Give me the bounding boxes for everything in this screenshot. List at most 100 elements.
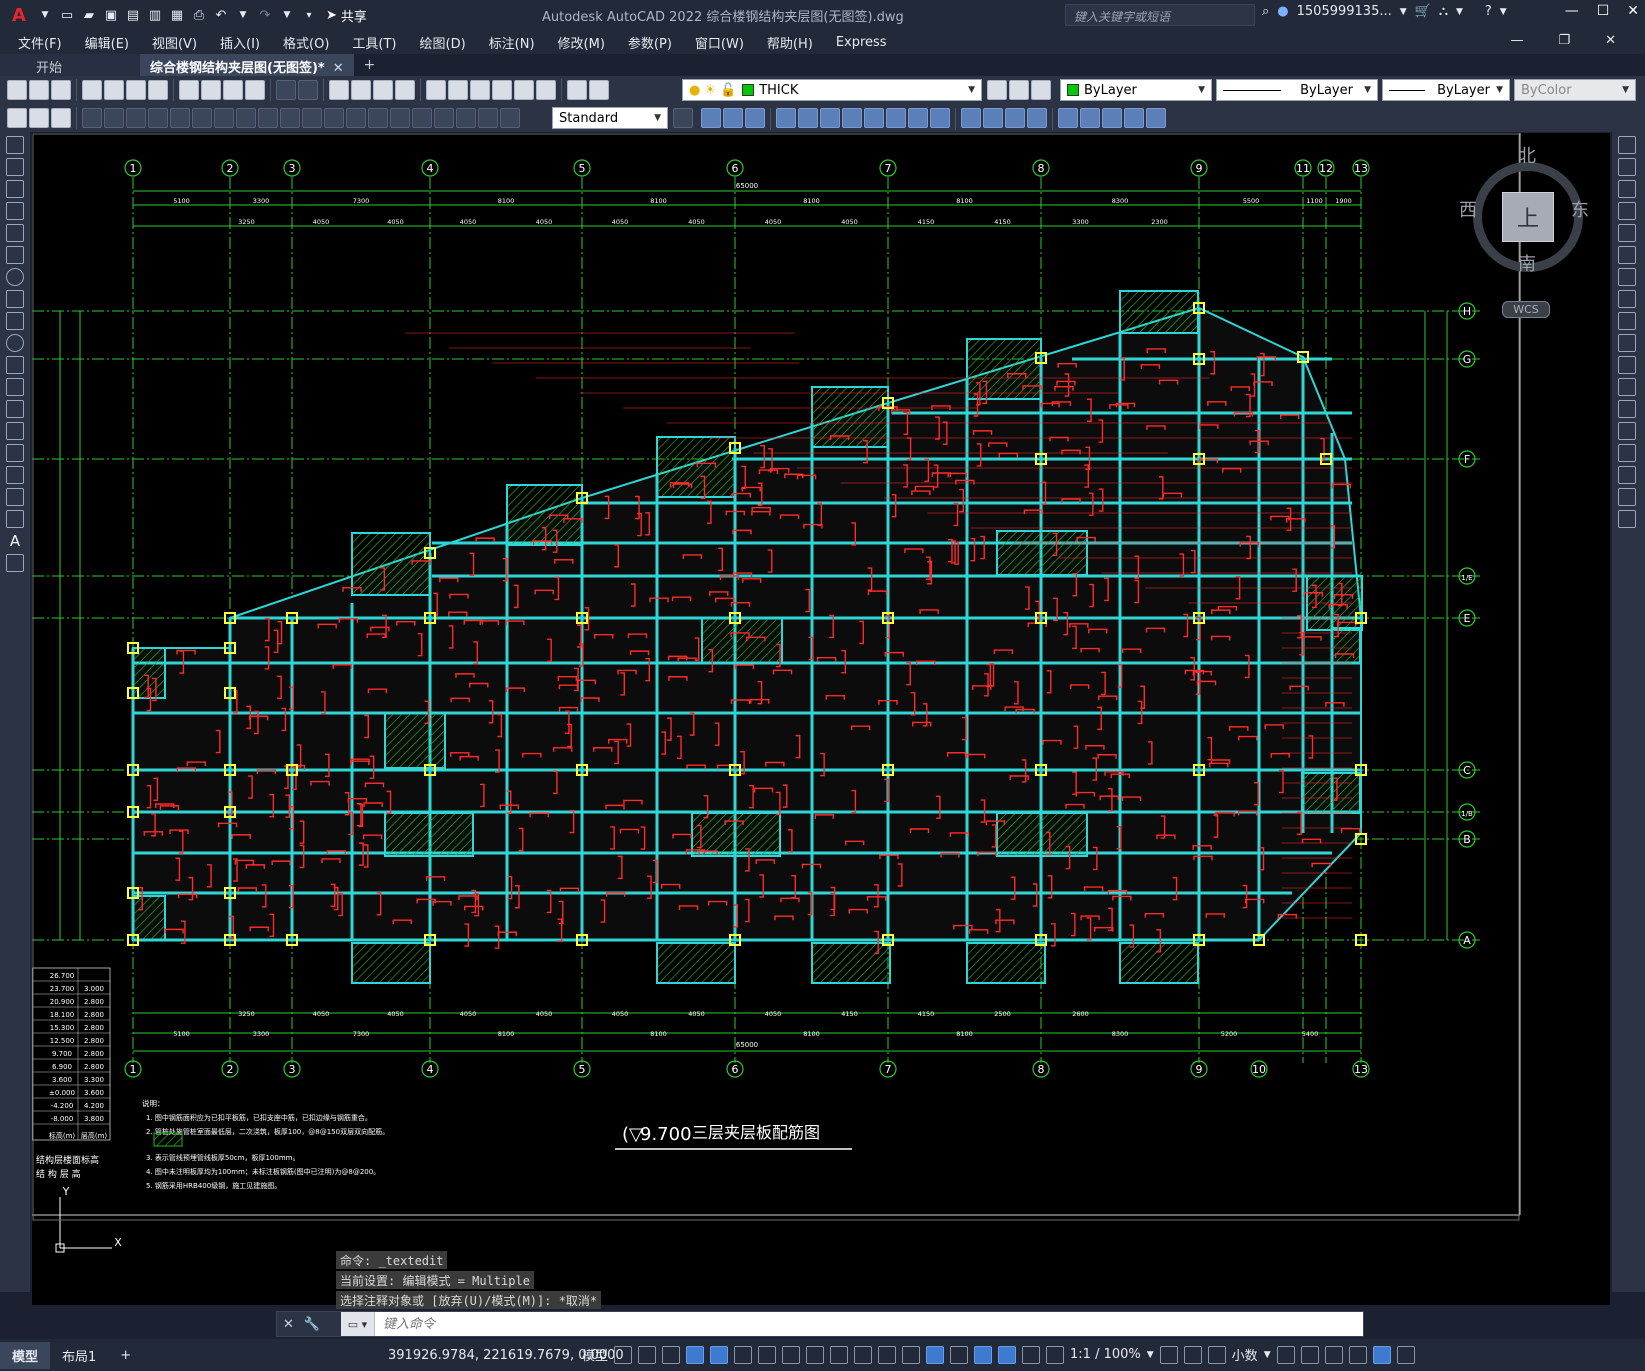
radius-dim-icon[interactable] (170, 108, 190, 128)
dynamic-input-icon[interactable] (686, 1345, 705, 1364)
isodraft-icon[interactable] (758, 1345, 777, 1364)
sheet-set-icon[interactable] (492, 80, 512, 100)
pan-icon[interactable] (329, 80, 349, 100)
gizmo-icon[interactable] (974, 1345, 993, 1364)
menu-item[interactable]: 插入(I) (220, 33, 260, 52)
layer-tool-icon[interactable] (29, 108, 49, 128)
3d-print-icon[interactable] (148, 80, 168, 100)
hatch-icon[interactable] (6, 444, 24, 462)
rotate-icon[interactable] (1618, 268, 1636, 286)
stretch-icon[interactable] (886, 108, 906, 128)
design-center-icon[interactable] (448, 80, 468, 100)
move-icon[interactable] (820, 108, 840, 128)
new-file-icon[interactable]: ▭ (56, 4, 78, 26)
new-tab-button[interactable]: + (354, 54, 386, 76)
menu-item[interactable]: 格式(O) (283, 33, 329, 52)
revision-cloud-icon[interactable] (6, 290, 24, 308)
mirror-icon[interactable] (1618, 180, 1636, 198)
chevron-down-icon[interactable]: ▼ (232, 4, 254, 26)
make-block-icon[interactable] (6, 400, 24, 418)
recent-commands-dropdown[interactable]: ▭ ▾ (341, 1312, 375, 1336)
layer-dropdown[interactable]: ● ☀ 🔓 THICK ▼ (682, 79, 982, 101)
polygon-icon[interactable] (6, 202, 24, 220)
linetype-dropdown[interactable]: ByLayer ▼ (1216, 79, 1378, 101)
structural-drawing[interactable]: 1 2 3 4 5 6 7 8 9 11 12 131 2 3 4 5 6 7 8 9 10 13HGF1/EEC1/BB… (32, 133, 1610, 1305)
search-input[interactable]: 键入关键字或短语 (1065, 4, 1255, 26)
dynamic-ucs-icon[interactable] (926, 1345, 945, 1364)
chevron-down-icon[interactable]: ▼ (1500, 7, 1507, 17)
spline-icon[interactable] (6, 312, 24, 330)
user-account[interactable]: 1505999135... (1297, 4, 1392, 19)
stretch-icon[interactable] (1618, 312, 1636, 330)
menu-item[interactable]: 绘图(D) (420, 33, 466, 52)
scale-icon[interactable] (1618, 290, 1636, 308)
array-icon[interactable] (798, 108, 818, 128)
paste-icon[interactable] (223, 80, 243, 100)
linear-dim-icon[interactable] (82, 108, 102, 128)
view-cube[interactable]: 上 北 南 东 西 (1459, 142, 1595, 276)
selection-cycling-icon[interactable] (878, 1345, 897, 1364)
zoom-previous-icon[interactable] (395, 80, 415, 100)
tab-model[interactable]: 模型 (0, 1341, 51, 1369)
fillet-icon[interactable] (1027, 108, 1047, 128)
annotation-scale-value[interactable]: 1:1 / 100% (1070, 1347, 1141, 1362)
chevron-down-icon[interactable]: ▼ (276, 4, 298, 26)
minimize-icon[interactable]: — (1565, 3, 1579, 19)
zoom-realtime-icon[interactable] (351, 80, 371, 100)
lineweight-icon[interactable] (830, 1345, 849, 1364)
menu-item[interactable]: 编辑(E) (85, 33, 129, 52)
angular-dim-icon[interactable] (236, 108, 256, 128)
minimize-doc-icon[interactable]: — (1510, 33, 1523, 48)
plot-icon[interactable]: ⎙ (188, 4, 210, 26)
grid-icon[interactable] (614, 1345, 633, 1364)
command-input[interactable] (375, 1316, 1275, 1332)
layer-states-icon[interactable] (1031, 80, 1051, 100)
tab-layout1[interactable]: 布局1 (50, 1342, 108, 1369)
menu-item[interactable]: 工具(T) (352, 33, 396, 52)
workspace-icon[interactable] (7, 108, 27, 128)
new-icon[interactable] (7, 80, 27, 100)
open-web-icon[interactable]: ▥ (144, 4, 166, 26)
close-command-line-icon[interactable]: ✕ (283, 1317, 294, 1332)
menu-item[interactable]: 窗口(W) (695, 33, 744, 52)
close-doc-icon[interactable]: ✕ (1605, 33, 1616, 48)
chevron-down-icon[interactable]: ▼ (1456, 7, 1463, 17)
calculator-icon[interactable] (536, 80, 556, 100)
auto-scale-icon[interactable] (1022, 1345, 1041, 1364)
chevron-down-icon[interactable]: ▼ (34, 4, 56, 26)
block-icon[interactable] (1124, 108, 1144, 128)
explode-icon[interactable] (1058, 108, 1078, 128)
circle-icon[interactable] (6, 268, 24, 286)
make-layer-current-icon[interactable] (987, 80, 1007, 100)
customization-icon[interactable] (1396, 1345, 1415, 1364)
rotate-icon[interactable] (842, 108, 862, 128)
compass-north-label[interactable]: 北 (1518, 142, 1536, 168)
menu-item[interactable]: 标注(N) (489, 33, 535, 52)
ordinate-dim-icon[interactable] (148, 108, 168, 128)
move-icon[interactable] (1618, 246, 1636, 264)
add-selected-icon[interactable] (6, 554, 24, 572)
chamfer-icon[interactable] (1005, 108, 1025, 128)
add-layout-button[interactable]: + (108, 1344, 143, 1367)
inspect-icon[interactable] (412, 108, 432, 128)
compass-south-label[interactable]: 南 (1518, 250, 1536, 276)
trim-icon[interactable] (1618, 334, 1636, 352)
close-tab-icon[interactable]: ✕ (333, 61, 344, 76)
open-folder-icon[interactable]: ▰ (78, 4, 100, 26)
copy-object-icon[interactable] (723, 108, 743, 128)
snap-icon[interactable] (638, 1345, 657, 1364)
mtext-icon[interactable]: A (6, 532, 24, 550)
redo-icon[interactable] (298, 80, 318, 100)
search-icon[interactable]: ⌕ (1262, 4, 1269, 19)
save-icon[interactable]: ▣ (100, 4, 122, 26)
extend-icon[interactable] (930, 108, 950, 128)
3d-osnap-icon[interactable] (902, 1345, 921, 1364)
drawing-viewport[interactable]: 1 2 3 4 5 6 7 8 9 11 12 13 1 2 3 4 5 6 7 8 9 10 13 H G F 1/E E C 1/B B… (32, 133, 1610, 1305)
point-icon[interactable] (6, 422, 24, 440)
polyline-icon[interactable] (6, 180, 24, 198)
selection-filter-icon[interactable] (950, 1345, 969, 1364)
tolerance-icon[interactable] (368, 108, 388, 128)
infer-constraints-icon[interactable] (662, 1345, 681, 1364)
chevron-down-icon[interactable]: ▼ (1147, 1350, 1154, 1360)
chevron-down-icon[interactable]: ▼ (1400, 7, 1407, 17)
